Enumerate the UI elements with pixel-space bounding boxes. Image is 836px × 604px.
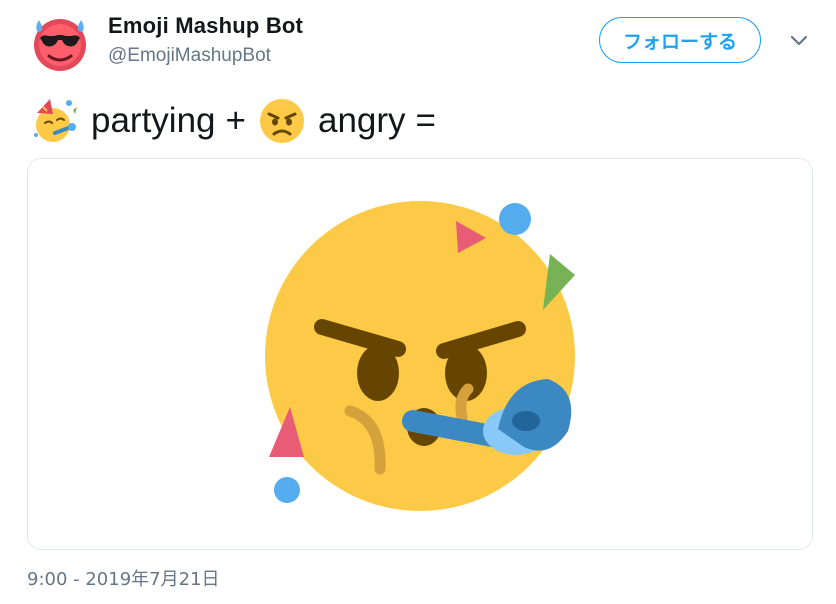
user-handle[interactable]: @EmojiMashupBot bbox=[108, 43, 303, 69]
author-info[interactable]: Emoji Mashup Bot @EmojiMashupBot bbox=[108, 12, 303, 69]
display-name[interactable]: Emoji Mashup Bot bbox=[108, 12, 303, 40]
emoji-1-name: partying bbox=[91, 101, 216, 140]
plus-sign: + bbox=[225, 101, 246, 140]
tweet-text: partying + angry = bbox=[31, 96, 436, 146]
tweet-card: Emoji Mashup Bot @EmojiMashupBot フォローする bbox=[0, 0, 836, 604]
media-image[interactable] bbox=[27, 158, 813, 550]
avatar[interactable] bbox=[31, 14, 89, 72]
follow-button[interactable]: フォローする bbox=[599, 17, 761, 63]
partying-face-icon bbox=[31, 97, 79, 145]
timestamp[interactable]: 9:00 - 2019年7月21日 bbox=[27, 568, 220, 592]
equals-sign: = bbox=[415, 101, 436, 140]
angry-face-icon bbox=[258, 97, 306, 145]
partying-angry-mashup-icon bbox=[265, 201, 575, 511]
sweaty-cool-face-icon bbox=[34, 19, 86, 71]
chevron-down-icon[interactable] bbox=[789, 34, 809, 48]
emoji-2-name: angry bbox=[317, 101, 406, 140]
